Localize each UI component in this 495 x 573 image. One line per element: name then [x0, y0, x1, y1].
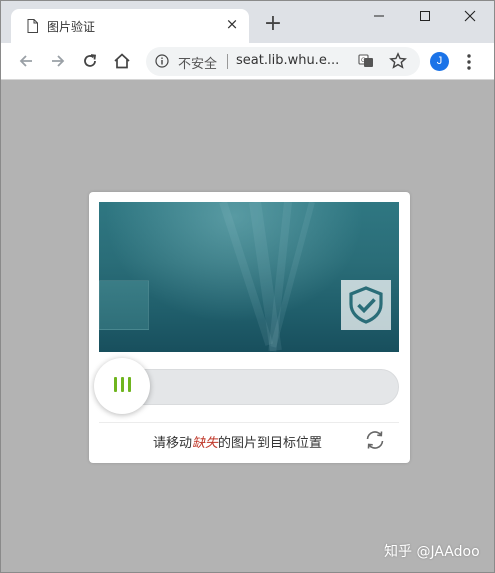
tab-title: 图片验证 — [47, 20, 96, 34]
browser-window: 图片验证 × + 不安全 seat.lib.whu.e... G J 请移动缺失… — [0, 0, 495, 573]
shield-check-icon — [349, 286, 383, 324]
minimize-icon — [374, 15, 384, 17]
info-icon[interactable] — [155, 54, 169, 68]
minimize-button[interactable] — [357, 3, 401, 29]
document-icon — [27, 19, 38, 33]
home-button[interactable] — [111, 50, 133, 72]
close-icon — [464, 10, 476, 22]
address-bar[interactable]: 不安全 seat.lib.whu.e... G — [146, 47, 420, 76]
profile-avatar[interactable]: J — [430, 52, 449, 71]
browser-tab[interactable]: 图片验证 × — [11, 9, 249, 43]
instruction-accent: 缺失 — [192, 436, 219, 451]
refresh-icon[interactable] — [363, 428, 387, 452]
grip-bars-icon — [112, 376, 133, 396]
translate-icon[interactable]: G — [358, 53, 374, 69]
svg-text:G: G — [361, 57, 366, 64]
back-button[interactable] — [15, 50, 37, 72]
maximize-button[interactable] — [403, 3, 447, 29]
security-label[interactable]: 不安全 — [178, 53, 217, 72]
new-tab-button[interactable]: + — [263, 13, 283, 35]
target-slot — [341, 280, 391, 330]
captcha-dialog: 请移动缺失的图片到目标位置 — [89, 192, 410, 463]
browser-toolbar: 不安全 seat.lib.whu.e... G J — [1, 43, 494, 80]
reload-icon — [84, 54, 97, 67]
puzzle-piece[interactable] — [99, 280, 149, 330]
reload-button[interactable] — [79, 50, 101, 72]
maximize-icon — [420, 11, 430, 21]
tab-strip: 图片验证 × + — [1, 1, 494, 43]
captcha-instruction: 请移动缺失的图片到目标位置 — [153, 432, 322, 451]
slider-handle[interactable] — [94, 358, 150, 414]
forward-arrow-icon — [52, 55, 65, 67]
watermark: 知乎 @JAAdoo — [384, 544, 480, 560]
captcha-divider — [99, 422, 399, 423]
instruction-text-end: 的图片到目标位置 — [218, 436, 323, 451]
forward-button[interactable] — [47, 50, 69, 72]
close-window-button[interactable] — [448, 3, 492, 29]
back-arrow-icon — [19, 55, 32, 67]
captcha-background-image — [99, 202, 399, 352]
url-text[interactable]: seat.lib.whu.e... — [236, 53, 348, 68]
bookmark-star-icon[interactable] — [389, 52, 407, 70]
more-menu-icon[interactable] — [464, 52, 474, 72]
home-icon — [114, 53, 130, 69]
omnibox-divider — [227, 54, 228, 69]
tab-close-button[interactable]: × — [224, 16, 240, 32]
instruction-text-start: 请移动 — [153, 436, 193, 451]
